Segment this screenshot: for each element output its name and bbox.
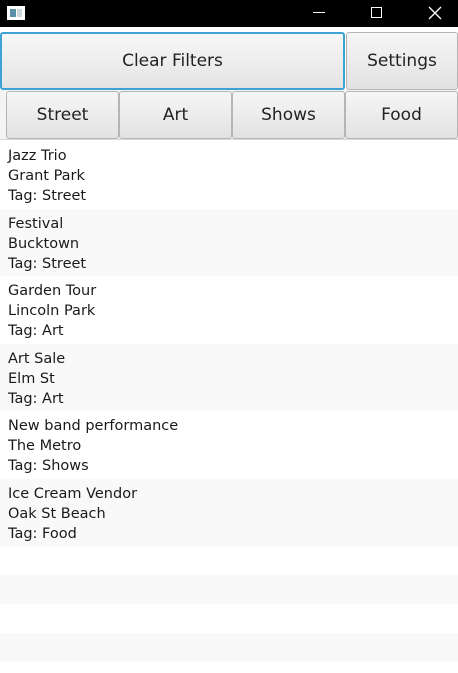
- filter-bar: Street Art Shows Food: [0, 90, 458, 140]
- event-list[interactable]: Jazz Trio Grant Park Tag: Street Festiva…: [0, 141, 458, 673]
- empty-list-row: [0, 575, 458, 604]
- filter-food-button[interactable]: Food: [345, 91, 458, 139]
- event-location: Grant Park: [8, 168, 85, 184]
- event-tag: Tag: Food: [8, 525, 77, 542]
- list-item[interactable]: Jazz Trio Grant Park Tag: Street: [0, 141, 458, 209]
- event-location: Elm St: [8, 370, 55, 387]
- filter-shows-button[interactable]: Shows: [232, 91, 345, 139]
- event-name: Ice Cream Vendor: [8, 485, 138, 502]
- app-window-icon: [7, 6, 25, 20]
- list-item[interactable]: Art Sale Elm St Tag: Art: [0, 343, 458, 411]
- event-name: Jazz Trio: [8, 148, 67, 164]
- empty-list-row: [0, 604, 458, 633]
- event-location: Oak St Beach: [8, 505, 106, 522]
- event-name: Garden Tour: [8, 283, 97, 299]
- filter-street-button[interactable]: Street: [6, 91, 119, 139]
- empty-list-row: [0, 546, 458, 575]
- list-item[interactable]: New band performance The Metro Tag: Show…: [0, 411, 458, 479]
- list-item[interactable]: Ice Cream Vendor Oak St Beach Tag: Food: [0, 478, 458, 546]
- event-name: Festival: [8, 215, 64, 232]
- minimize-icon: [313, 12, 325, 13]
- event-location: Lincoln Park: [8, 303, 96, 319]
- filter-art-button[interactable]: Art: [119, 91, 232, 139]
- empty-list-row: [0, 662, 458, 673]
- event-name: Art Sale: [8, 350, 66, 367]
- maximize-button[interactable]: [354, 0, 400, 27]
- close-icon: [428, 6, 442, 20]
- maximize-icon: [371, 7, 382, 18]
- minimize-button[interactable]: [296, 0, 342, 27]
- event-location: The Metro: [8, 438, 82, 454]
- list-item[interactable]: Festival Bucktown Tag: Street: [0, 208, 458, 276]
- app-window: Clear Filters Settings Street Art Shows …: [0, 0, 458, 673]
- event-tag: Tag: Art: [8, 323, 64, 339]
- close-button[interactable]: [412, 0, 458, 27]
- event-tag: Tag: Art: [8, 390, 64, 407]
- toolbar: Clear Filters Settings: [0, 32, 458, 90]
- event-name: New band performance: [8, 418, 179, 434]
- list-item[interactable]: Garden Tour Lincoln Park Tag: Art: [0, 276, 458, 344]
- event-location: Bucktown: [8, 235, 80, 252]
- empty-list-row: [0, 633, 458, 662]
- event-tag: Tag: Street: [8, 188, 87, 204]
- title-bar[interactable]: [0, 0, 458, 27]
- clear-filters-button[interactable]: Clear Filters: [0, 32, 345, 90]
- event-tag: Tag: Street: [8, 255, 87, 272]
- event-tag: Tag: Shows: [8, 458, 89, 474]
- settings-button[interactable]: Settings: [346, 32, 458, 90]
